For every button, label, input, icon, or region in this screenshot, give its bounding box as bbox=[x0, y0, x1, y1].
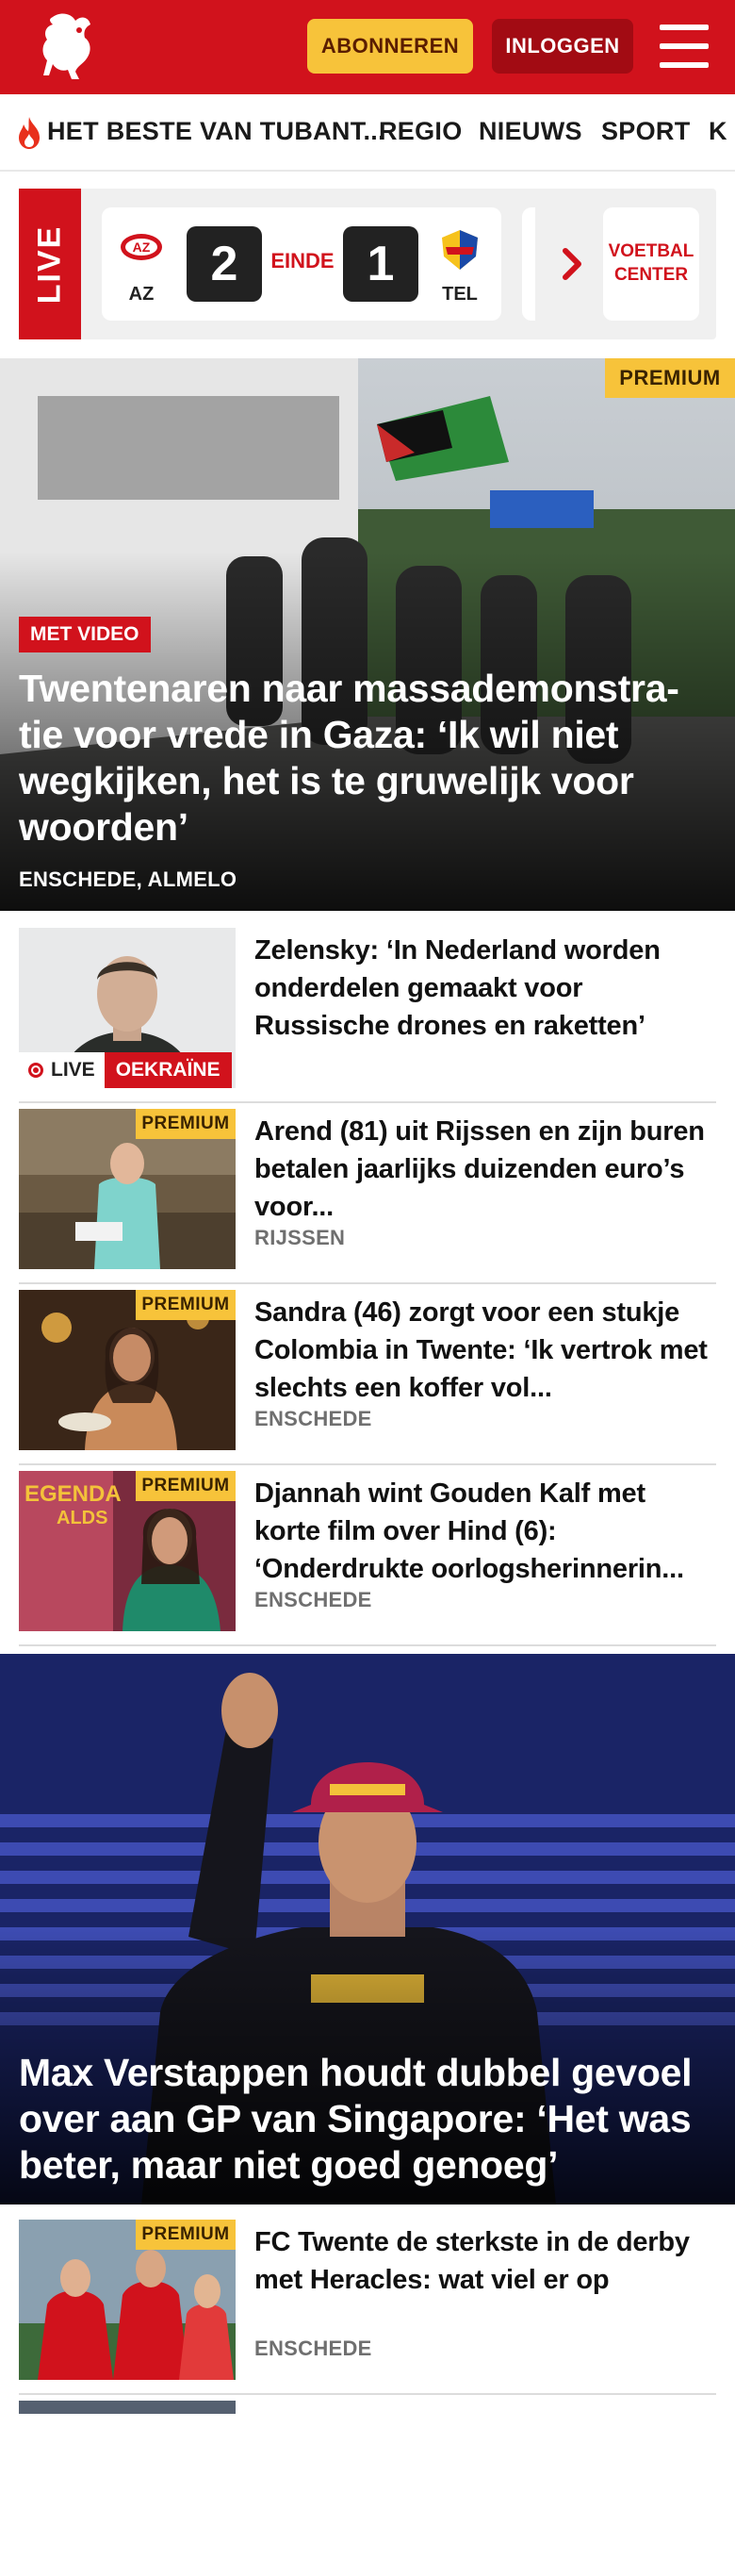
article-location: ENSCHEDE bbox=[254, 2337, 372, 2360]
live-dot-icon bbox=[28, 1063, 43, 1078]
article-title[interactable]: Sandra (46) zorgt voor een stukje Colomb… bbox=[254, 1294, 716, 1407]
article-title[interactable]: Arend (81) uit Rijssen en zijn buren bet… bbox=[254, 1113, 716, 1226]
match-status: EINDE bbox=[270, 249, 335, 272]
live-scores-widget: LIVE AZ AZ 2 EINDE 1 TEL VOETBAL CENTER bbox=[19, 189, 716, 339]
article-title[interactable]: Djannah wint Gouden Kalf met korte film … bbox=[254, 1475, 716, 1588]
live-tag: LIVE bbox=[19, 189, 81, 339]
article-location: ENSCHEDE bbox=[254, 1407, 372, 1430]
hero-title[interactable]: Twentenaren naar massademonstra-tie voor… bbox=[19, 666, 716, 850]
nav-item-k[interactable]: K bbox=[709, 117, 727, 146]
site-header: ABONNEREN INLOGGEN bbox=[0, 0, 735, 94]
hero-article-2[interactable]: Max Verstappen houdt dubbel gevoel over … bbox=[0, 1654, 735, 2204]
flame-icon bbox=[19, 117, 40, 149]
article-thumbnail: PREMIUM bbox=[19, 1109, 236, 1269]
nav-item-regio[interactable]: REGIO bbox=[379, 117, 463, 146]
section-nav: HET BESTE VAN TUBANT... REGIO NIEUWS SPO… bbox=[0, 94, 735, 172]
hero-location: ENSCHEDE, ALMELO bbox=[19, 867, 237, 891]
chevron-right-icon[interactable] bbox=[558, 236, 586, 292]
svg-text:ALDS: ALDS bbox=[57, 1508, 107, 1528]
nav-item-best-of[interactable]: HET BESTE VAN TUBANT... bbox=[47, 117, 385, 146]
article-location: RIJSSEN bbox=[254, 1226, 346, 1249]
list-item[interactable] bbox=[19, 2401, 716, 2576]
article-thumbnail: PREMIUM bbox=[19, 2220, 236, 2380]
topic-tag: OEKRAÏNE bbox=[104, 1052, 232, 1088]
list-item[interactable]: EGENDA ALDS PREMIUM Djannah wint Gouden … bbox=[19, 1471, 716, 1646]
article-title[interactable]: FC Twente de sterkste in de derby met He… bbox=[254, 2223, 716, 2299]
home-score: 2 bbox=[187, 226, 262, 302]
premium-badge: PREMIUM bbox=[136, 1471, 236, 1501]
live-label: LIVE bbox=[51, 1059, 95, 1081]
hero-article[interactable]: PREMIUM MET VIDEO Twentenaren naar massa… bbox=[0, 358, 735, 911]
article-thumbnail bbox=[19, 2401, 236, 2414]
svg-text:EGENDA: EGENDA bbox=[24, 1481, 122, 1507]
hero-2-title[interactable]: Max Verstappen houdt dubbel gevoel over … bbox=[19, 2050, 716, 2188]
home-team: AZ AZ bbox=[113, 228, 170, 305]
article-title[interactable]: Zelensky: ‘In Nederland worden onderdele… bbox=[254, 932, 716, 1045]
away-team-name: TEL bbox=[442, 284, 478, 305]
article-thumbnail: EGENDA ALDS PREMIUM bbox=[19, 1471, 236, 1631]
list-item[interactable]: PREMIUM FC Twente de sterkste in de derb… bbox=[19, 2220, 716, 2395]
home-team-name: AZ bbox=[128, 284, 155, 305]
telstar-club-logo-icon bbox=[442, 230, 478, 270]
premium-badge: PREMIUM bbox=[136, 1290, 236, 1320]
article-location: ENSCHEDE bbox=[254, 1588, 372, 1611]
list-item[interactable]: LIVE OEKRAÏNE Zelensky: ‘In Nederland wo… bbox=[19, 928, 716, 1103]
premium-badge: PREMIUM bbox=[136, 1109, 236, 1139]
away-team: TEL bbox=[432, 228, 488, 305]
premium-badge: PREMIUM bbox=[136, 2220, 236, 2250]
voetbal-center-button[interactable]: VOETBAL CENTER bbox=[603, 207, 699, 321]
tubantia-horse-logo-icon[interactable] bbox=[34, 9, 102, 85]
login-button[interactable]: INLOGGEN bbox=[492, 19, 633, 74]
article-thumbnail: LIVE OEKRAÏNE bbox=[19, 928, 236, 1088]
next-match-card[interactable] bbox=[522, 207, 535, 321]
live-chip: LIVE OEKRAÏNE bbox=[19, 1052, 232, 1088]
az-club-logo-icon: AZ bbox=[121, 234, 162, 260]
next-article-photo bbox=[19, 2401, 236, 2414]
subscribe-button[interactable]: ABONNEREN bbox=[307, 19, 473, 74]
nav-item-sport[interactable]: SPORT bbox=[601, 117, 691, 146]
away-score: 1 bbox=[343, 226, 418, 302]
article-thumbnail: PREMIUM bbox=[19, 1290, 236, 1450]
video-tag: MET VIDEO bbox=[19, 617, 151, 652]
list-item[interactable]: PREMIUM Sandra (46) zorgt voor een stukj… bbox=[19, 1290, 716, 1465]
match-card[interactable]: AZ AZ 2 EINDE 1 TEL bbox=[102, 207, 501, 321]
nav-item-nieuws[interactable]: NIEUWS bbox=[479, 117, 582, 146]
hamburger-menu-icon[interactable] bbox=[660, 25, 709, 68]
svg-text:AZ: AZ bbox=[133, 239, 151, 255]
premium-badge: PREMIUM bbox=[605, 358, 735, 398]
list-item[interactable]: PREMIUM Arend (81) uit Rijssen en zijn b… bbox=[19, 1109, 716, 1284]
